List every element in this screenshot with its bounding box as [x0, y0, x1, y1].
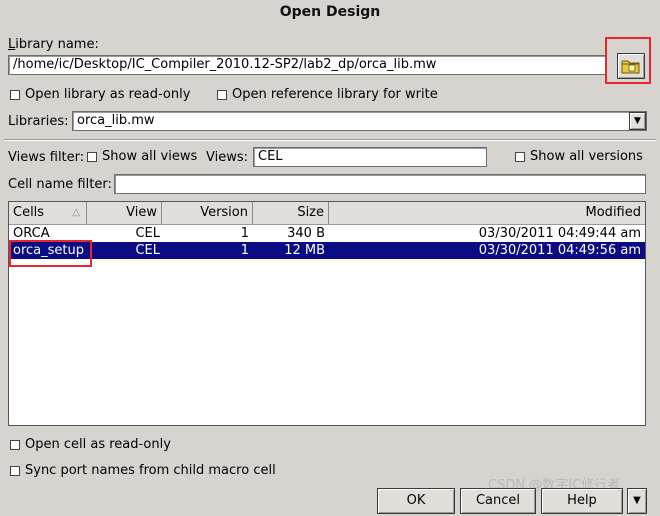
- table-row-selected[interactable]: orca_setup CEL 1 12 MB 03/30/2011 04:49:…: [9, 242, 645, 259]
- sort-ascending-icon: △: [72, 207, 80, 218]
- libraries-label: Libraries:: [8, 114, 69, 129]
- open-reference-checkbox[interactable]: Open reference library for write: [217, 87, 438, 102]
- sync-port-names-label: Sync port names from child macro cell: [25, 463, 276, 478]
- cell-name-filter-input[interactable]: [114, 174, 646, 194]
- column-header-version[interactable]: Version: [162, 202, 253, 224]
- chevron-down-icon: ▼: [634, 116, 641, 126]
- table-row[interactable]: ORCA CEL 1 340 B 03/30/2011 04:49:44 am: [9, 225, 645, 242]
- show-all-views-label: Show all views: [102, 149, 198, 164]
- column-header-view[interactable]: View: [87, 202, 162, 224]
- cell-name-filter-label: Cell name filter:: [8, 177, 112, 192]
- table-header: Cells △ View Version Size Modified: [9, 202, 645, 225]
- checkbox-box[interactable]: [10, 465, 20, 476]
- cells-table: Cells △ View Version Size Modified ORCA …: [8, 201, 646, 426]
- sync-port-names-checkbox[interactable]: Sync port names from child macro cell: [10, 463, 276, 478]
- checkbox-box[interactable]: [87, 151, 97, 162]
- column-label: Cells: [13, 205, 45, 220]
- libraries-selected-value: orca_lib.mw: [77, 113, 155, 128]
- open-cell-readonly-checkbox[interactable]: Open cell as read-only: [10, 437, 171, 452]
- cell-version: 1: [240, 226, 249, 241]
- chevron-down-icon: ▼: [633, 495, 641, 506]
- window-title: Open Design: [279, 4, 381, 20]
- open-cell-readonly-label: Open cell as read-only: [25, 437, 171, 452]
- browse-folder-button[interactable]: [617, 53, 645, 79]
- libraries-select[interactable]: orca_lib.mw: [72, 111, 647, 131]
- checkbox-box[interactable]: [10, 89, 20, 100]
- checkbox-box[interactable]: [217, 89, 227, 100]
- checkbox-box[interactable]: [10, 439, 20, 450]
- cell-version: 1: [240, 243, 249, 258]
- open-readonly-checkbox[interactable]: Open library as read-only: [10, 87, 190, 102]
- divider: [4, 139, 656, 141]
- cell-modified: 03/30/2011 04:49:44 am: [478, 226, 641, 241]
- help-button[interactable]: Help: [541, 488, 623, 514]
- cell-size: 340 B: [287, 226, 325, 241]
- show-all-views-checkbox[interactable]: Show all views: [87, 149, 197, 164]
- open-readonly-label: Open library as read-only: [25, 87, 191, 102]
- cancel-button[interactable]: Cancel: [460, 488, 536, 514]
- cell-view: CEL: [135, 226, 160, 241]
- cell-highlight: [9, 240, 92, 267]
- show-all-versions-label: Show all versions: [530, 149, 643, 164]
- cell-modified: 03/30/2011 04:49:56 am: [478, 243, 641, 258]
- ok-button[interactable]: OK: [377, 488, 455, 514]
- library-name-label: Library name:: [8, 37, 99, 52]
- more-options-button[interactable]: ▼: [627, 488, 647, 514]
- cell-size: 12 MB: [284, 243, 325, 258]
- cell-view: CEL: [135, 243, 160, 258]
- checkbox-box[interactable]: [515, 151, 525, 162]
- show-all-versions-checkbox[interactable]: Show all versions: [515, 149, 643, 164]
- library-path-input[interactable]: /home/ic/Desktop/IC_Compiler_2010.12-SP2…: [8, 55, 606, 75]
- views-input[interactable]: CEL: [253, 147, 487, 167]
- folder-icon: [621, 60, 640, 74]
- libraries-dropdown-button[interactable]: ▼: [629, 112, 646, 130]
- column-header-modified[interactable]: Modified: [329, 202, 645, 224]
- views-filter-label: Views filter:: [8, 150, 85, 165]
- column-header-cells[interactable]: Cells △: [9, 202, 87, 224]
- column-header-size[interactable]: Size: [253, 202, 329, 224]
- views-label: Views:: [206, 150, 249, 165]
- open-reference-label: Open reference library for write: [232, 87, 438, 102]
